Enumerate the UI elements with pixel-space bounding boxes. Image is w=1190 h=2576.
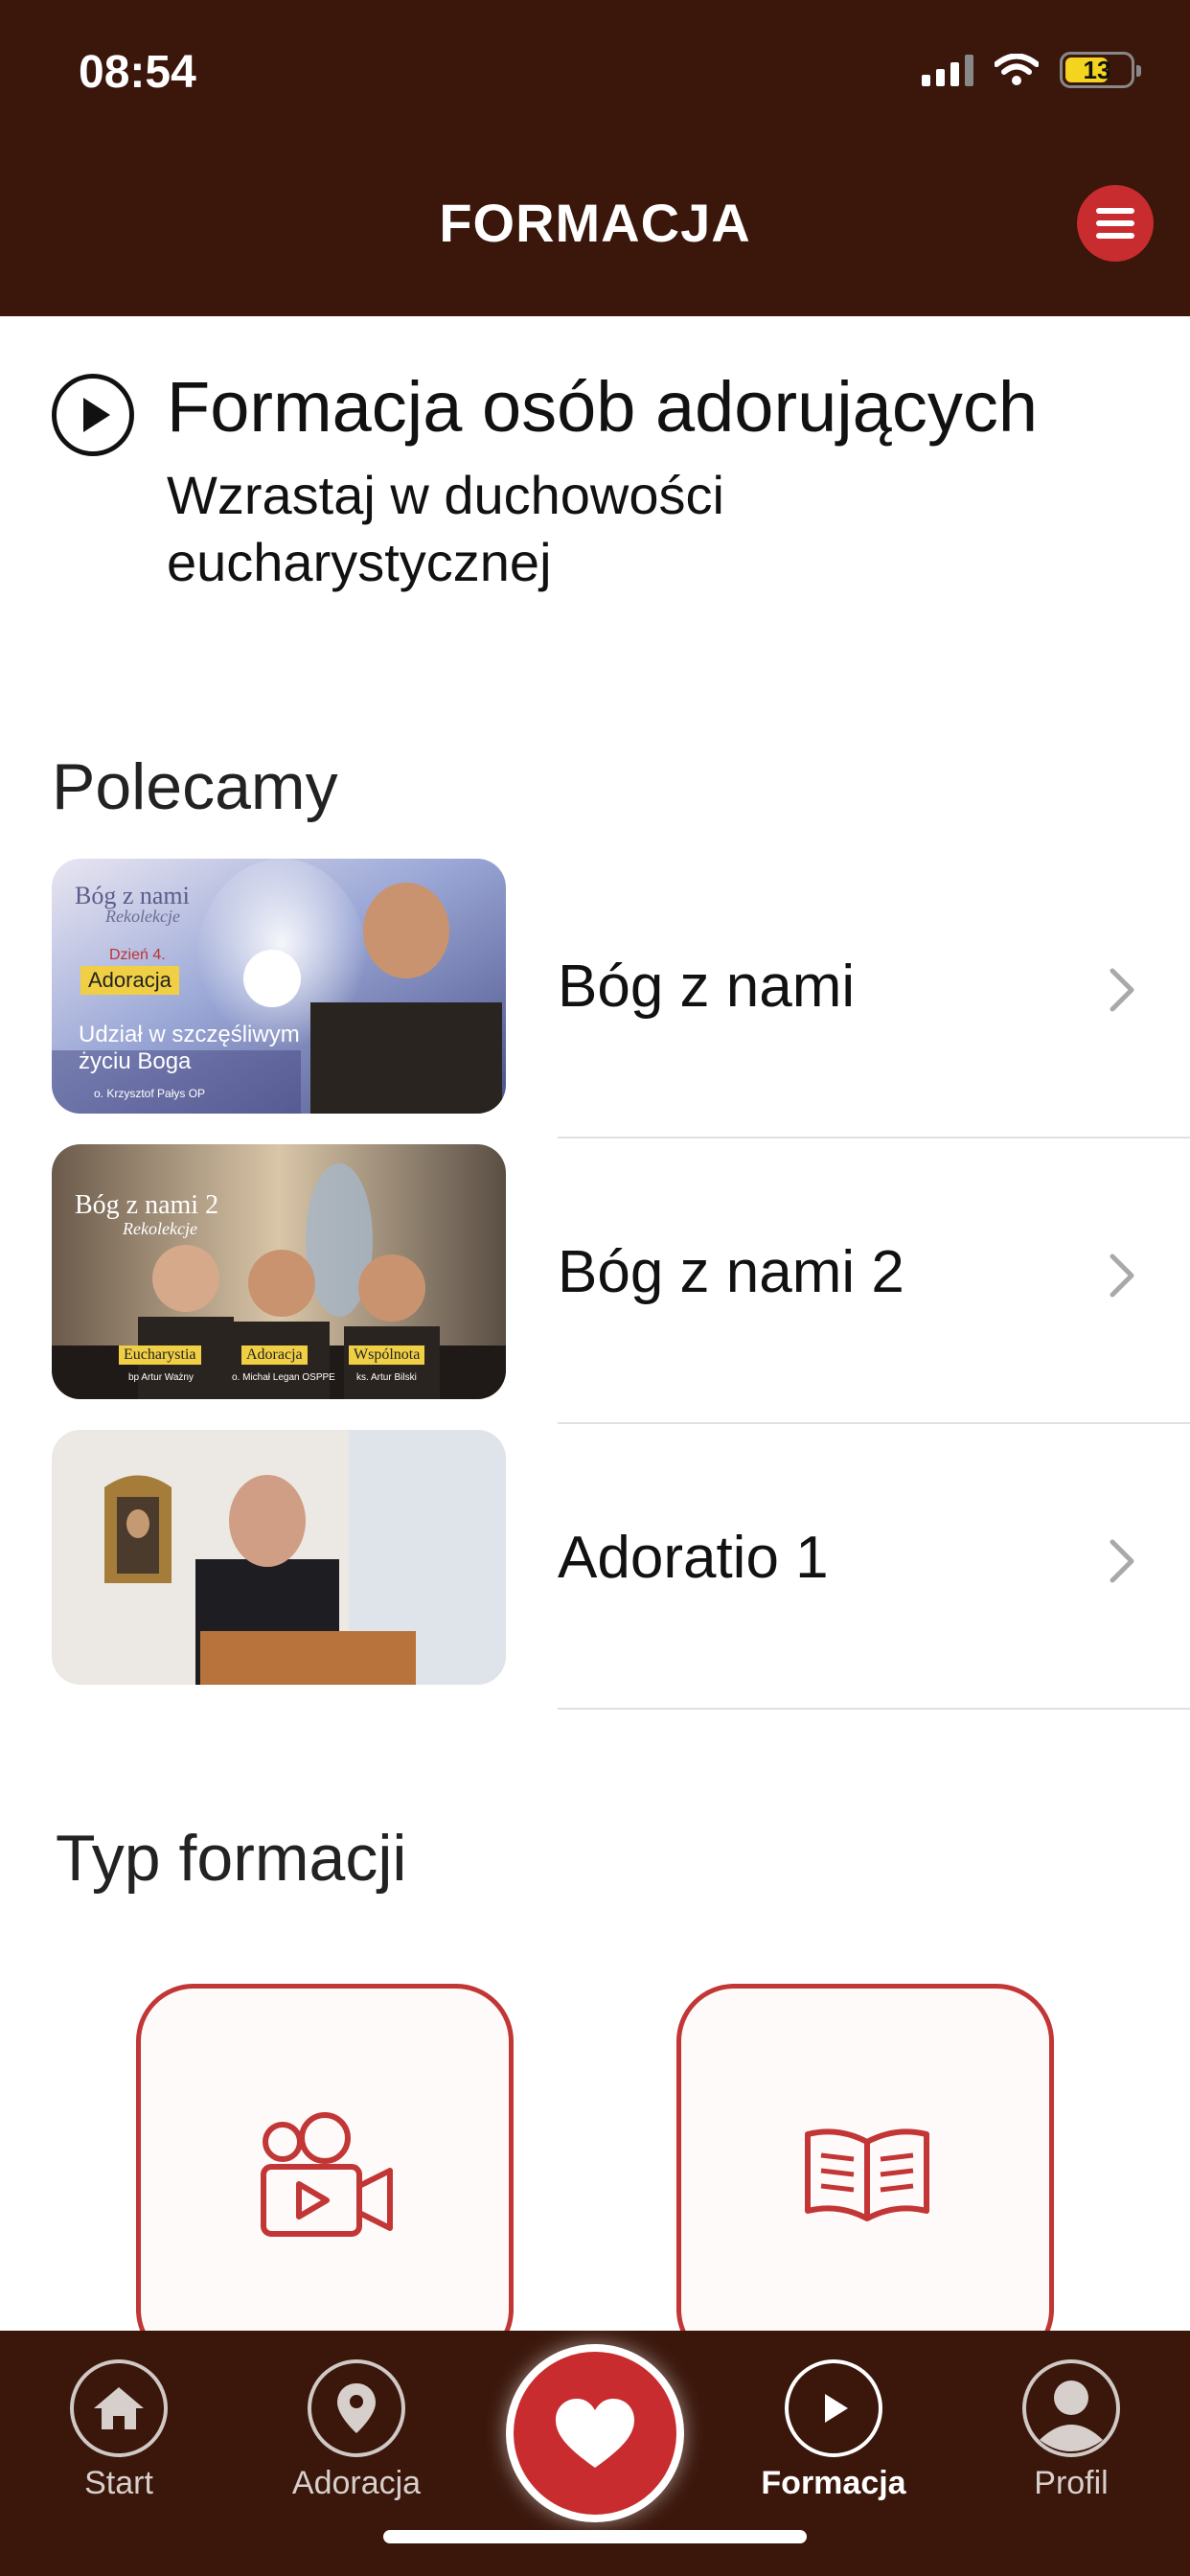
thumbnail-bog-z-nami-2: Bóg z nami 2 Rekolekcje Eucharystia Ador…: [52, 1144, 506, 1399]
battery-level: 13: [1083, 56, 1111, 84]
thumb-series-sub: Rekolekcje: [105, 907, 180, 926]
home-icon: [70, 2359, 168, 2457]
recommended-item[interactable]: Adoratio 1: [0, 1430, 1190, 1715]
app-header: 08:54 13 FORMACJA: [0, 0, 1190, 316]
thumb-topic: Adoracja: [241, 1346, 308, 1365]
thumb-author: o. Krzysztof Pałys OP: [94, 1087, 206, 1100]
tab-profil[interactable]: Profil: [975, 2359, 1167, 2502]
thumb-person: ks. Artur Bilski: [356, 1372, 417, 1383]
thumb-day: Dzień 4.: [109, 947, 166, 963]
user-icon: [1022, 2359, 1120, 2457]
chevron-right-icon: [1110, 968, 1134, 1012]
video-camera-icon: [261, 2112, 393, 2237]
cellular-signal-icon: [922, 54, 973, 86]
tab-formacja[interactable]: Formacja: [738, 2359, 929, 2502]
thumb-caption-line1: Udział w szczęśliwym: [79, 1022, 300, 1047]
battery-icon: 13: [1060, 52, 1141, 88]
menu-button[interactable]: [1077, 185, 1154, 262]
thumbnail-bog-z-nami: Bóg z nami Rekolekcje Dzień 4. Adoracja …: [52, 859, 506, 1114]
recommended-item[interactable]: Bóg z nami Rekolekcje Dzień 4. Adoracja …: [0, 859, 1190, 1144]
page-title: FORMACJA: [439, 193, 751, 253]
thumb-topic: Wspólnota: [349, 1346, 425, 1365]
recommended-item[interactable]: Bóg z nami 2 Rekolekcje Eucharystia Ador…: [0, 1144, 1190, 1430]
thumb-series: Bóg z nami 2: [75, 1190, 219, 1220]
tab-label: Formacja: [761, 2465, 906, 2501]
home-indicator: [383, 2530, 807, 2543]
thumb-badge: Adoracja: [80, 966, 179, 995]
video-formation-card[interactable]: [136, 1984, 514, 2367]
reading-formation-card[interactable]: [676, 1984, 1054, 2367]
divider: [558, 1708, 1190, 1710]
intro-title: Formacja osób adorujących: [167, 367, 1038, 447]
favorite-button[interactable]: [506, 2344, 684, 2522]
formation-types-title: Typ formacji: [56, 1822, 407, 1895]
tab-label: Adoracja: [291, 2465, 422, 2501]
heart-icon: [556, 2399, 634, 2468]
tab-label: Start: [84, 2465, 153, 2501]
recommended-item-label: Bóg z nami 2: [558, 1239, 904, 1305]
tab-adoracja[interactable]: Adoracja: [261, 2359, 452, 2502]
thumb-person: bp Artur Ważny: [128, 1372, 194, 1383]
thumbnail-adoratio-1: [52, 1430, 506, 1685]
tab-start[interactable]: Start: [23, 2359, 215, 2502]
recommended-item-label: Adoratio 1: [558, 1525, 829, 1591]
location-pin-icon: [308, 2359, 405, 2457]
recommended-item-label: Bóg z nami: [558, 954, 856, 1020]
play-icon: [785, 2359, 882, 2457]
tab-label: Profil: [1034, 2465, 1109, 2501]
chevron-right-icon: [1110, 1539, 1134, 1583]
intro-subtitle: Wzrastaj w duchowości eucharystycznej: [167, 465, 724, 592]
divider: [558, 1137, 1190, 1138]
thumb-caption-line2: życiu Boga: [79, 1048, 192, 1074]
status-icons: 13: [922, 52, 1141, 88]
thumb-topic: Eucharystia: [119, 1346, 201, 1365]
chevron-right-icon: [1110, 1254, 1134, 1298]
open-book-icon: [805, 2128, 929, 2221]
status-time: 08:54: [79, 47, 196, 98]
wifi-icon: [995, 54, 1039, 85]
divider: [558, 1422, 1190, 1424]
thumb-person: o. Michał Legan OSPPE: [232, 1372, 335, 1383]
play-icon[interactable]: [52, 374, 134, 456]
recommended-title: Polecamy: [52, 750, 338, 823]
thumb-series-sub: Rekolekcje: [123, 1219, 197, 1238]
